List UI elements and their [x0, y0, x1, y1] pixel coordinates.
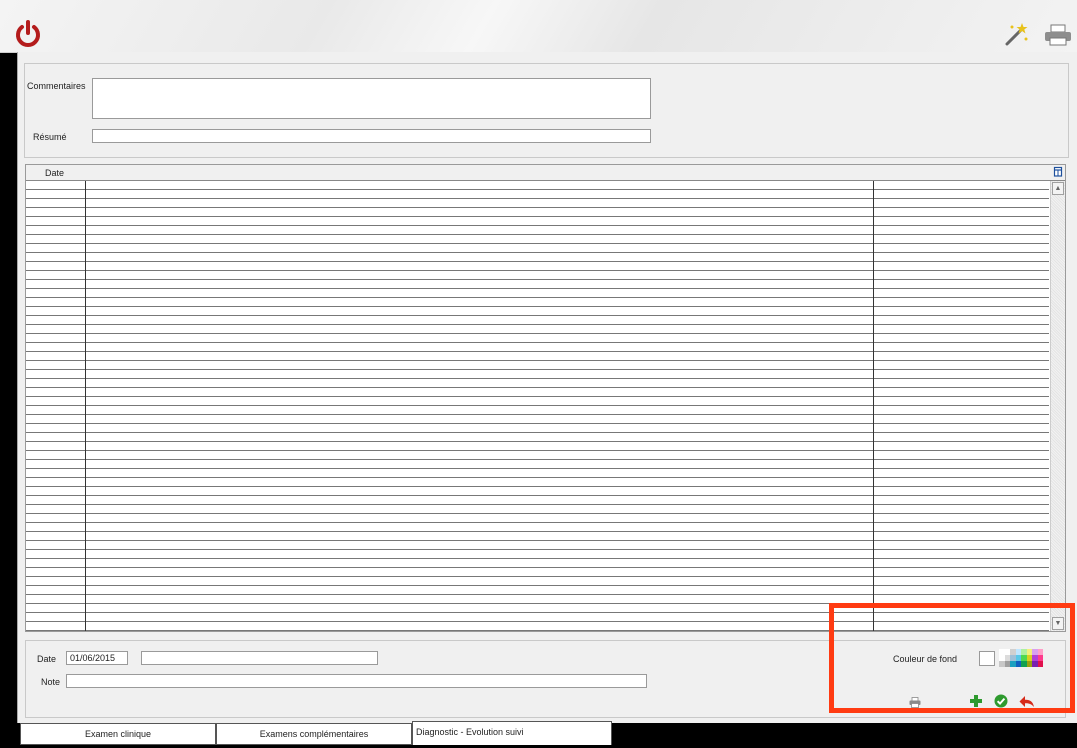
- column-chooser-icon[interactable]: [1053, 166, 1063, 177]
- note-label: Note: [41, 677, 61, 687]
- magic-wand-icon[interactable]: [1003, 21, 1029, 47]
- tab-examen-clinique[interactable]: Examen clinique: [20, 723, 216, 745]
- entry-section: Date 01/06/2015 Note Couleur de fond: [25, 640, 1066, 718]
- commentaires-label: Commentaires: [27, 81, 86, 91]
- tab-bar: Examen clinique Examens complémentaires …: [17, 721, 1077, 748]
- vertical-scrollbar[interactable]: ▲ ▼: [1050, 181, 1065, 631]
- tab-examens-complementaires[interactable]: Examens complémentaires: [216, 723, 412, 745]
- background-color-label: Couleur de fond: [893, 654, 958, 664]
- scroll-up-button[interactable]: ▲: [1052, 182, 1064, 195]
- color-palette[interactable]: [999, 649, 1043, 667]
- check-icon[interactable]: [994, 694, 1008, 708]
- date-detail-field[interactable]: [141, 651, 378, 665]
- commentaires-textarea[interactable]: [92, 78, 651, 119]
- plus-icon[interactable]: [969, 694, 983, 708]
- tab-diagnostic-evolution-suivi[interactable]: Diagnostic - Evolution suivi: [412, 721, 612, 745]
- note-field[interactable]: [66, 674, 647, 688]
- column-divider: [873, 181, 874, 631]
- evolution-table[interactable]: Date ▲ ▼: [25, 164, 1066, 632]
- resume-field[interactable]: [92, 129, 651, 143]
- background-color-swatch[interactable]: [979, 651, 995, 666]
- table-rows[interactable]: [26, 181, 1049, 631]
- table-header: Date: [26, 165, 1065, 181]
- scroll-down-button[interactable]: ▼: [1052, 617, 1064, 630]
- power-icon[interactable]: [13, 19, 43, 49]
- column-divider: [85, 181, 86, 631]
- date-field[interactable]: 01/06/2015: [66, 651, 128, 665]
- column-header-date[interactable]: Date: [45, 168, 64, 178]
- date-label: Date: [37, 654, 57, 664]
- resume-label: Résumé: [33, 132, 67, 142]
- print-entry-icon[interactable]: [909, 697, 921, 708]
- printer-icon[interactable]: [1044, 24, 1072, 46]
- undo-icon[interactable]: [1019, 695, 1035, 708]
- top-toolbar: [0, 0, 1077, 53]
- main-panel: Commentaires Résumé Date ▲ ▼ Date 01/06/…: [17, 52, 1077, 724]
- comments-section: Commentaires Résumé: [24, 63, 1069, 158]
